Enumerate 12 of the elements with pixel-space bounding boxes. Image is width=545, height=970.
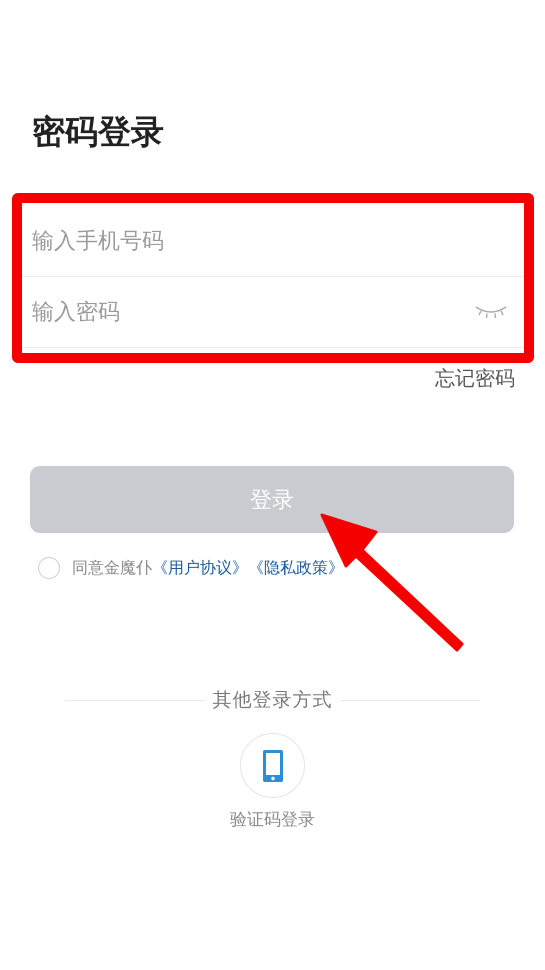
- input-field[interactable]: 输入手机号码: [32, 228, 507, 254]
- policy-link[interactable]: 《隐私政策》: [248, 558, 344, 578]
- option-label: 验证码登录: [230, 809, 315, 831]
- input-field[interactable]: 输入密码: [32, 300, 475, 324]
- policy-link[interactable]: 《用户协议》: [152, 558, 248, 578]
- section-heading: 其他登录方式: [212, 688, 332, 713]
- agreement-checkbox[interactable]: [38, 557, 60, 579]
- agreement-text: 同意金魔仆: [72, 558, 152, 578]
- closed-eye-icon[interactable]: [475, 305, 507, 319]
- phone-icon: [262, 750, 282, 782]
- page-title: 密码登录: [31, 111, 165, 153]
- forgot-password-link[interactable]: 忘记密码: [435, 365, 515, 392]
